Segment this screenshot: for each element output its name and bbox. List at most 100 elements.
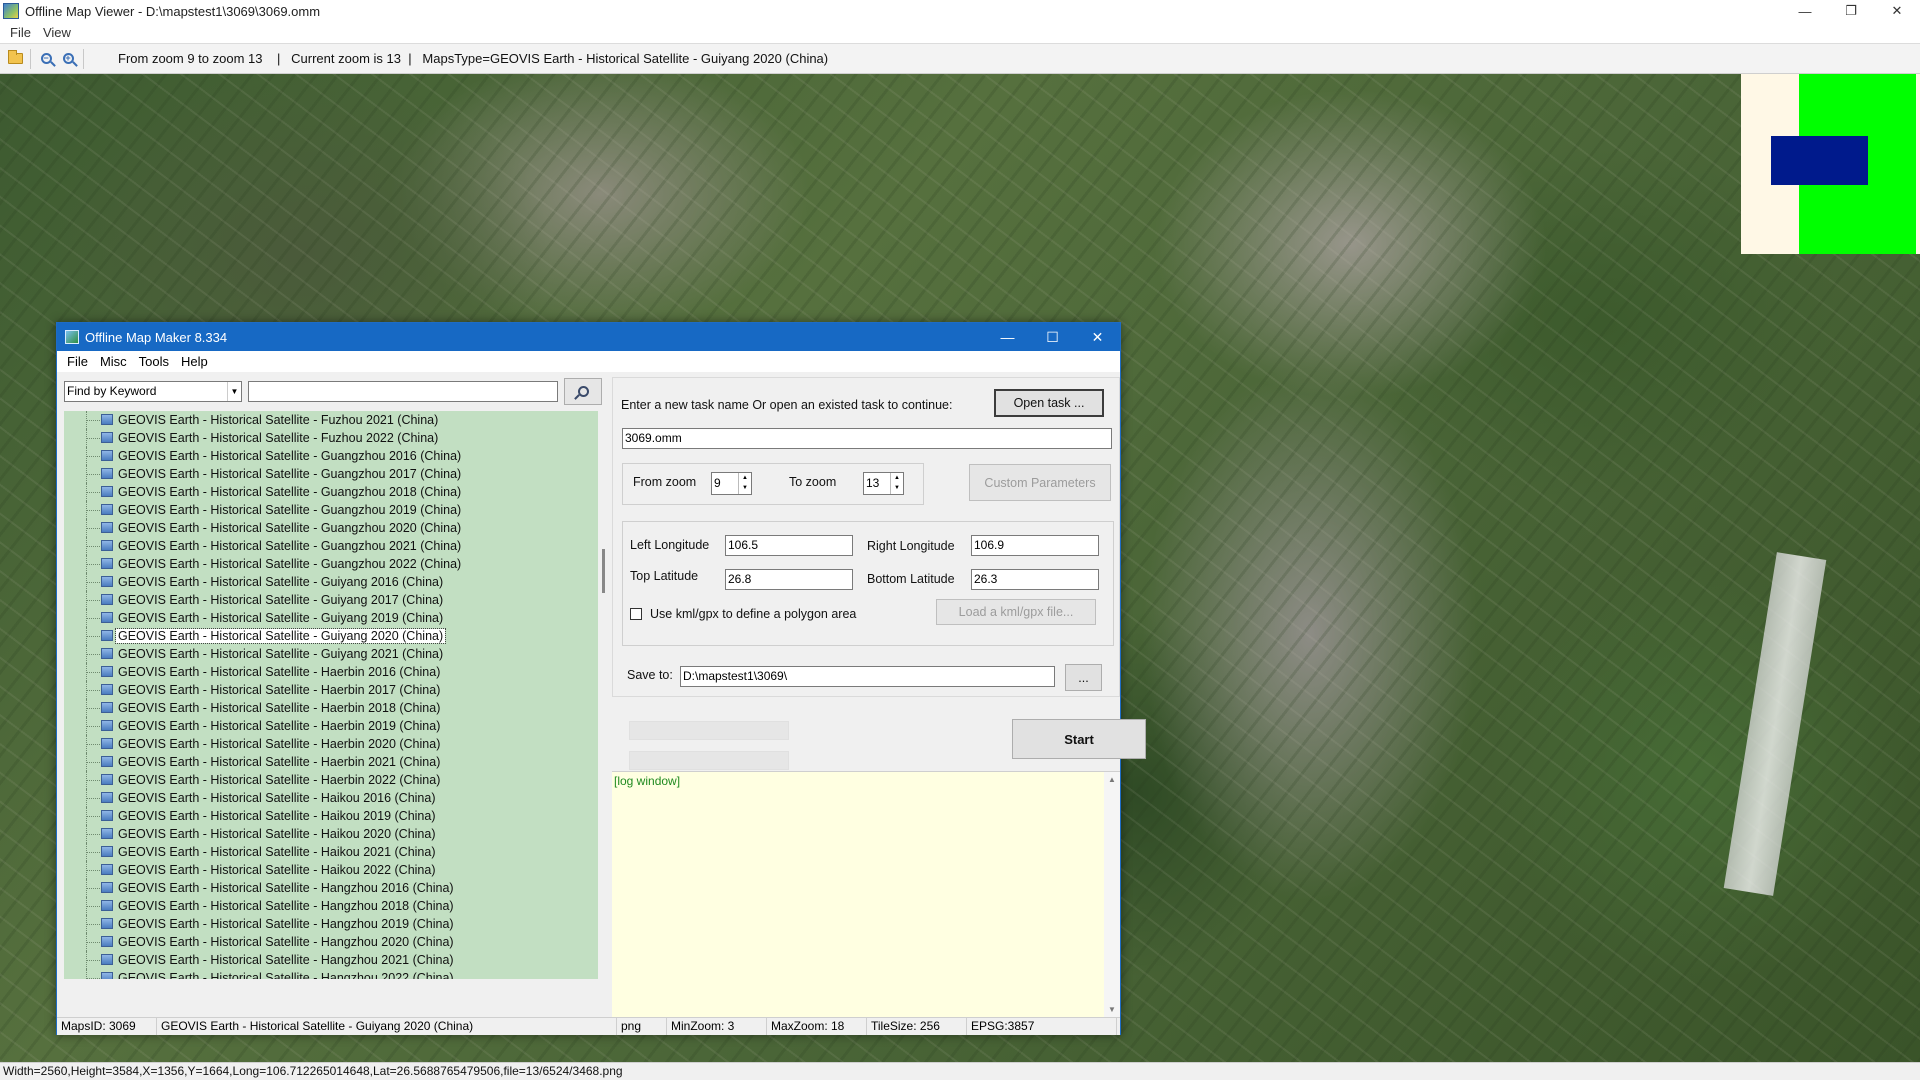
left-longitude-input[interactable]: 106.5	[725, 535, 853, 556]
maps-tree[interactable]: GEOVIS Earth - Historical Satellite - Fu…	[64, 411, 598, 979]
minimize-icon[interactable]: —	[1782, 0, 1828, 22]
list-item[interactable]: GEOVIS Earth - Historical Satellite - Fu…	[64, 429, 598, 447]
stepper-arrows-icon[interactable]: ▲ ▼	[890, 473, 903, 494]
list-item[interactable]: GEOVIS Earth - Historical Satellite - Gu…	[64, 537, 598, 555]
list-item[interactable]: GEOVIS Earth - Historical Satellite - Gu…	[64, 627, 598, 645]
from-zoom-stepper[interactable]: 9 ▲ ▼	[711, 472, 752, 495]
zoom-in-icon[interactable]: +	[57, 48, 79, 70]
map-tile-icon	[101, 738, 113, 749]
toolbar-separator	[83, 48, 84, 69]
map-tile-icon	[101, 540, 113, 551]
list-item[interactable]: GEOVIS Earth - Historical Satellite - Fu…	[64, 411, 598, 429]
menu-tools[interactable]: Tools	[133, 354, 175, 369]
find-mode-select[interactable]: Find by Keyword ▼	[64, 381, 242, 402]
list-item[interactable]: GEOVIS Earth - Historical Satellite - Gu…	[64, 609, 598, 627]
list-item[interactable]: GEOVIS Earth - Historical Satellite - Ha…	[64, 843, 598, 861]
list-item[interactable]: GEOVIS Earth - Historical Satellite - Ha…	[64, 825, 598, 843]
find-mode-value: Find by Keyword	[67, 384, 157, 398]
list-item[interactable]: GEOVIS Earth - Historical Satellite - Ha…	[64, 699, 598, 717]
list-item[interactable]: GEOVIS Earth - Historical Satellite - Gu…	[64, 555, 598, 573]
map-name-label: GEOVIS Earth - Historical Satellite - Gu…	[118, 521, 462, 535]
list-item[interactable]: GEOVIS Earth - Historical Satellite - Ha…	[64, 735, 598, 753]
list-item[interactable]: GEOVIS Earth - Historical Satellite - Ha…	[64, 663, 598, 681]
open-task-button[interactable]: Open task ...	[994, 389, 1104, 417]
list-item[interactable]: GEOVIS Earth - Historical Satellite - Ha…	[64, 807, 598, 825]
use-kml-checkbox[interactable]	[630, 608, 642, 620]
map-viewer-app-icon	[3, 3, 19, 19]
list-item[interactable]: GEOVIS Earth - Historical Satellite - Ha…	[64, 897, 598, 915]
menu-file[interactable]: File	[61, 354, 94, 369]
list-item[interactable]: GEOVIS Earth - Historical Satellite - Ha…	[64, 951, 598, 969]
task-name-input[interactable]: 3069.omm	[622, 428, 1112, 449]
list-item[interactable]: GEOVIS Earth - Historical Satellite - Gu…	[64, 501, 598, 519]
list-item[interactable]: GEOVIS Earth - Historical Satellite - Ha…	[64, 915, 598, 933]
progress-bar-current	[629, 751, 789, 770]
close-icon[interactable]: ✕	[1075, 323, 1120, 351]
browse-button[interactable]: ...	[1065, 664, 1102, 691]
list-item[interactable]: GEOVIS Earth - Historical Satellite - Ha…	[64, 969, 598, 979]
map-tile-icon	[101, 936, 113, 947]
keyword-input[interactable]	[248, 381, 558, 402]
map-tile-icon	[101, 828, 113, 839]
log-window[interactable]: [log window] ▲ ▼	[612, 771, 1120, 1017]
list-item[interactable]: GEOVIS Earth - Historical Satellite - Ha…	[64, 717, 598, 735]
menu-misc[interactable]: Misc	[94, 354, 133, 369]
list-item[interactable]: GEOVIS Earth - Historical Satellite - Ha…	[64, 879, 598, 897]
maximize-icon[interactable]: ☐	[1030, 323, 1075, 351]
save-to-input[interactable]: D:\mapstest1\3069\	[680, 666, 1055, 687]
custom-parameters-button[interactable]: Custom Parameters	[969, 464, 1111, 501]
map-tile-icon	[101, 702, 113, 713]
map-tile-icon	[101, 522, 113, 533]
airport-runway	[1723, 552, 1827, 896]
list-item[interactable]: GEOVIS Earth - Historical Satellite - Gu…	[64, 483, 598, 501]
scroll-down-icon[interactable]: ▼	[1108, 1005, 1116, 1014]
list-item[interactable]: GEOVIS Earth - Historical Satellite - Gu…	[64, 645, 598, 663]
outer-window-controls: — ❐ ✕	[1782, 0, 1920, 22]
list-item[interactable]: GEOVIS Earth - Historical Satellite - Gu…	[64, 465, 598, 483]
chevron-down-icon[interactable]: ▼	[227, 382, 241, 401]
list-item[interactable]: GEOVIS Earth - Historical Satellite - Gu…	[64, 573, 598, 591]
right-longitude-input[interactable]: 106.9	[971, 535, 1099, 556]
menu-view[interactable]: View	[37, 25, 77, 40]
map-tile-icon	[101, 468, 113, 479]
map-tile-icon	[101, 576, 113, 587]
menu-help[interactable]: Help	[175, 354, 214, 369]
list-item[interactable]: GEOVIS Earth - Historical Satellite - Ha…	[64, 771, 598, 789]
minimize-icon[interactable]: —	[985, 323, 1030, 351]
bottom-latitude-input[interactable]: 26.3	[971, 569, 1099, 590]
list-item[interactable]: GEOVIS Earth - Historical Satellite - Gu…	[64, 519, 598, 537]
map-name-label: GEOVIS Earth - Historical Satellite - Ha…	[118, 773, 441, 787]
list-item[interactable]: GEOVIS Earth - Historical Satellite - Ha…	[64, 753, 598, 771]
map-tile-icon	[101, 684, 113, 695]
list-item[interactable]: GEOVIS Earth - Historical Satellite - Ha…	[64, 789, 598, 807]
log-scrollbar[interactable]: ▲ ▼	[1104, 772, 1120, 1017]
overview-minimap[interactable]	[1741, 74, 1920, 254]
load-kml-button[interactable]: Load a kml/gpx file...	[936, 599, 1096, 625]
start-button[interactable]: Start	[1012, 719, 1146, 759]
from-zoom-label: From zoom	[633, 475, 697, 489]
list-item[interactable]: GEOVIS Earth - Historical Satellite - Ha…	[64, 933, 598, 951]
to-zoom-stepper[interactable]: 13 ▲ ▼	[863, 472, 904, 495]
map-name-label: GEOVIS Earth - Historical Satellite - Ha…	[118, 737, 441, 751]
map-name-label: GEOVIS Earth - Historical Satellite - Ha…	[118, 971, 454, 979]
map-name-label: GEOVIS Earth - Historical Satellite - Ha…	[118, 755, 441, 769]
menu-file[interactable]: File	[4, 25, 37, 40]
map-name-label: GEOVIS Earth - Historical Satellite - Ha…	[118, 845, 436, 859]
list-item[interactable]: GEOVIS Earth - Historical Satellite - Ha…	[64, 681, 598, 699]
dialog-titlebar[interactable]: Offline Map Maker 8.334 — ☐ ✕	[57, 323, 1120, 351]
stepper-arrows-icon[interactable]: ▲ ▼	[738, 473, 751, 494]
maps-tree-scrollbar[interactable]	[598, 411, 610, 979]
restore-icon[interactable]: ❐	[1828, 0, 1874, 22]
scroll-up-icon[interactable]: ▲	[1108, 775, 1116, 784]
list-item[interactable]: GEOVIS Earth - Historical Satellite - Ha…	[64, 861, 598, 879]
folder-open-icon[interactable]	[4, 48, 26, 70]
zoom-out-icon[interactable]: −	[35, 48, 57, 70]
search-button[interactable]	[564, 378, 602, 405]
close-icon[interactable]: ✕	[1874, 0, 1920, 22]
list-item[interactable]: GEOVIS Earth - Historical Satellite - Gu…	[64, 447, 598, 465]
list-item[interactable]: GEOVIS Earth - Historical Satellite - Gu…	[64, 591, 598, 609]
map-tile-icon	[101, 594, 113, 605]
minimap-viewport[interactable]	[1771, 136, 1868, 185]
top-latitude-input[interactable]: 26.8	[725, 569, 853, 590]
scrollbar-thumb[interactable]	[602, 549, 605, 593]
